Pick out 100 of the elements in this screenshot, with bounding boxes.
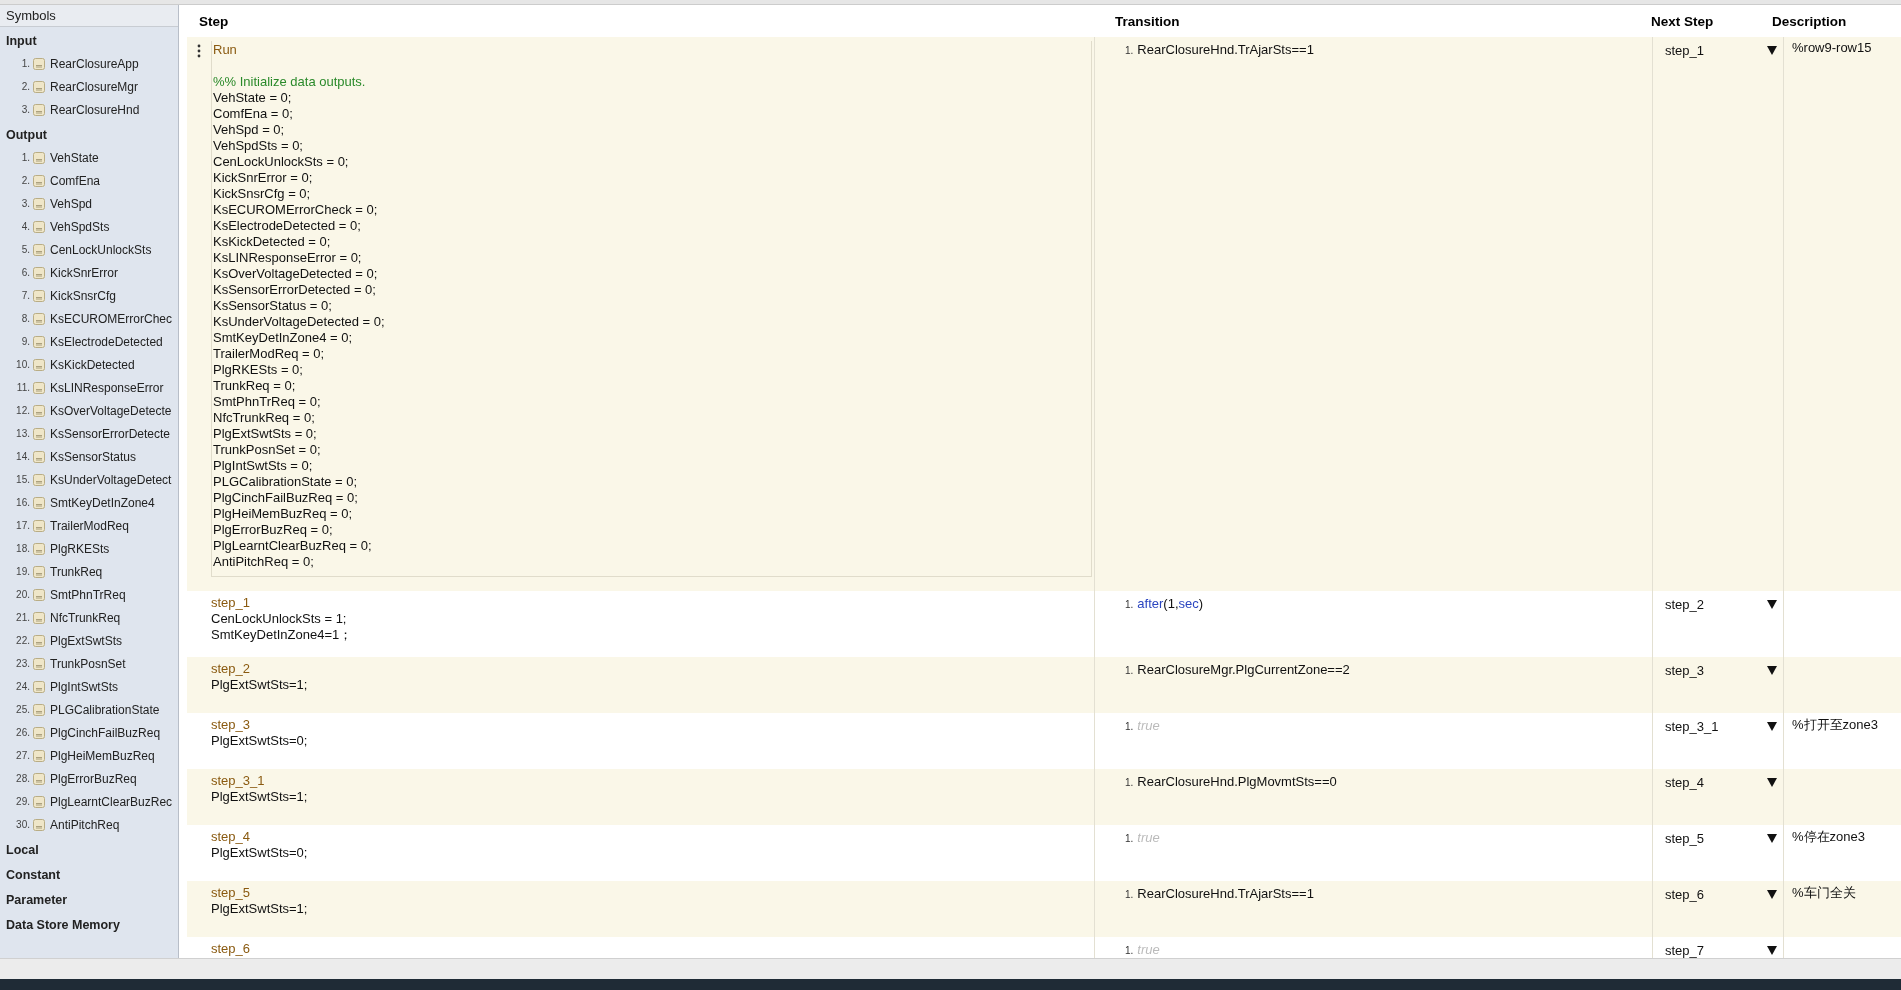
item-number: 2.: [20, 81, 30, 92]
description-text[interactable]: %停在zone3: [1792, 829, 1865, 844]
code-line: VehSpdSts = 0;: [213, 138, 304, 154]
symbol-name[interactable]: KsOverVoltageDetecte: [50, 403, 172, 418]
next-step-dropdown[interactable]: step_2: [1665, 596, 1777, 612]
next-step-dropdown[interactable]: step_1: [1665, 42, 1777, 58]
code-line: KickSnsrCfg = 0;: [213, 186, 312, 202]
symbol-name[interactable]: KickSnrError: [50, 265, 118, 280]
transition-condition[interactable]: RearClosureMgr.PlgCurrentZone==2: [1137, 662, 1350, 677]
transition-condition[interactable]: RearClosureHnd.TrAjarSts==1: [1137, 886, 1314, 901]
data-icon: [33, 266, 45, 279]
symbol-name[interactable]: PLGCalibrationState: [50, 702, 160, 717]
code-line: KsOverVoltageDetected = 0;: [213, 266, 379, 282]
item-number: 12.: [15, 405, 30, 416]
symbol-name[interactable]: RearClosureApp: [50, 56, 139, 71]
symbol-name[interactable]: TrailerModReq: [50, 518, 129, 533]
code-line: KickSnrError = 0;: [213, 170, 314, 186]
section-header[interactable]: Output: [0, 124, 178, 146]
symbol-name[interactable]: ComfEna: [50, 173, 101, 188]
next-step-dropdown[interactable]: step_5: [1665, 830, 1777, 846]
data-icon: [33, 335, 45, 348]
symbol-name[interactable]: VehSpdSts: [50, 219, 110, 234]
data-icon: [33, 197, 45, 210]
symbol-name[interactable]: PlgExtSwtSts: [50, 633, 123, 648]
symbol-name[interactable]: NfcTrunkReq: [50, 610, 121, 625]
symbol-name[interactable]: KsLINResponseError: [50, 380, 164, 395]
caret-icon: [1767, 777, 1777, 787]
item-number: 4.: [20, 221, 30, 232]
symbol-name[interactable]: KickSnsrCfg: [50, 288, 117, 303]
symbol-name[interactable]: SmtPhnTrReq: [50, 587, 126, 602]
transition-condition[interactable]: RearClosureHnd.PlgMovmtSts==0: [1137, 774, 1337, 789]
symbol-name[interactable]: TrunkReq: [50, 564, 103, 579]
code-line: PLGCalibrationState = 0;: [213, 474, 359, 490]
drag-handle-icon[interactable]: [197, 44, 201, 58]
code-line: PlgIntSwtSts = 0;: [213, 458, 314, 474]
symbol-name[interactable]: RearClosureMgr: [50, 79, 139, 94]
code-line: SmtKeyDetInZone4 = 0;: [213, 330, 354, 346]
section-header[interactable]: Input: [0, 30, 178, 52]
data-icon: [33, 151, 45, 164]
symbol-name[interactable]: PlgHeiMemBuzReq: [50, 748, 155, 763]
step-name: step_6: [211, 941, 252, 957]
symbol-name[interactable]: VehSpd: [50, 196, 93, 211]
item-number: 27.: [15, 750, 30, 761]
data-icon: [33, 795, 45, 808]
code-line: AntiPitchReq = 0;: [213, 554, 315, 570]
symbol-name[interactable]: KsUnderVoltageDetect: [50, 472, 172, 487]
description-text[interactable]: %车门全关: [1792, 885, 1856, 900]
symbol-name[interactable]: PlgLearntClearBuzRec: [50, 794, 173, 809]
transition-condition[interactable]: after(1,sec): [1137, 596, 1204, 611]
description-text[interactable]: %row9-row15: [1792, 40, 1872, 55]
symbol-name[interactable]: KsSensorErrorDetecte: [50, 426, 171, 441]
symbol-name[interactable]: CenLockUnlockSts: [50, 242, 152, 257]
symbol-name[interactable]: PlgCinchFailBuzReq: [50, 725, 161, 740]
item-number: 3.: [20, 198, 30, 209]
item-number: 29.: [15, 796, 30, 807]
symbol-name[interactable]: KsKickDetected: [50, 357, 135, 372]
next-step-dropdown[interactable]: step_6: [1665, 886, 1777, 902]
item-number: 26.: [15, 727, 30, 738]
section-header[interactable]: Local: [0, 839, 178, 861]
symbol-name[interactable]: RearClosureHnd: [50, 102, 140, 117]
description-text[interactable]: %打开至zone3: [1792, 717, 1878, 732]
symbol-name[interactable]: KsSensorStatus: [50, 449, 137, 464]
code-line: KsSensorStatus = 0;: [213, 298, 333, 314]
symbol-name[interactable]: PlgErrorBuzReq: [50, 771, 137, 786]
symbol-name[interactable]: KsECUROMErrorChec: [50, 311, 172, 326]
next-step-dropdown[interactable]: step_7: [1665, 942, 1777, 958]
transition-number: 1.: [1125, 945, 1134, 956]
item-number: 16.: [15, 497, 30, 508]
transition-condition[interactable]: RearClosureHnd.TrAjarSts==1: [1137, 42, 1314, 57]
code-line: PlgCinchFailBuzReq = 0;: [213, 490, 359, 506]
symbol-name[interactable]: AntiPitchReq: [50, 817, 120, 832]
symbol-name[interactable]: VehState: [50, 150, 99, 165]
data-icon: [33, 565, 45, 578]
caret-icon: [1767, 45, 1777, 55]
symbol-name[interactable]: SmtKeyDetInZone4: [50, 495, 155, 510]
section-header[interactable]: Data Store Memory: [0, 914, 178, 936]
symbol-name[interactable]: TrunkPosnSet: [50, 656, 126, 671]
data-icon: [33, 680, 45, 693]
next-step-dropdown[interactable]: step_3_1: [1665, 718, 1777, 734]
item-number: 28.: [15, 773, 30, 784]
item-number: 9.: [20, 336, 30, 347]
item-number: 21.: [15, 612, 30, 623]
section-header[interactable]: Parameter: [0, 889, 178, 911]
section-header[interactable]: Constant: [0, 864, 178, 886]
code-line: KsKickDetected = 0;: [213, 234, 332, 250]
step-name: step_4: [211, 829, 252, 845]
data-icon: [33, 243, 45, 256]
step-editor[interactable]: [211, 41, 1092, 577]
step-name: Run: [213, 42, 238, 58]
symbol-name[interactable]: PlgRKESts: [50, 541, 110, 556]
next-step-dropdown[interactable]: step_3: [1665, 662, 1777, 678]
data-icon: [33, 473, 45, 486]
symbol-name[interactable]: PlgIntSwtSts: [50, 679, 119, 694]
item-number: 11.: [15, 382, 30, 393]
panel-title: Symbols: [0, 5, 178, 27]
code-line: VehState = 0;: [213, 90, 293, 106]
next-step-dropdown[interactable]: step_4: [1665, 774, 1777, 790]
code-line: PlgExtSwtSts=0;: [211, 733, 309, 749]
transition-number: 1.: [1125, 665, 1134, 676]
symbol-name[interactable]: KsElectrodeDetected: [50, 334, 163, 349]
